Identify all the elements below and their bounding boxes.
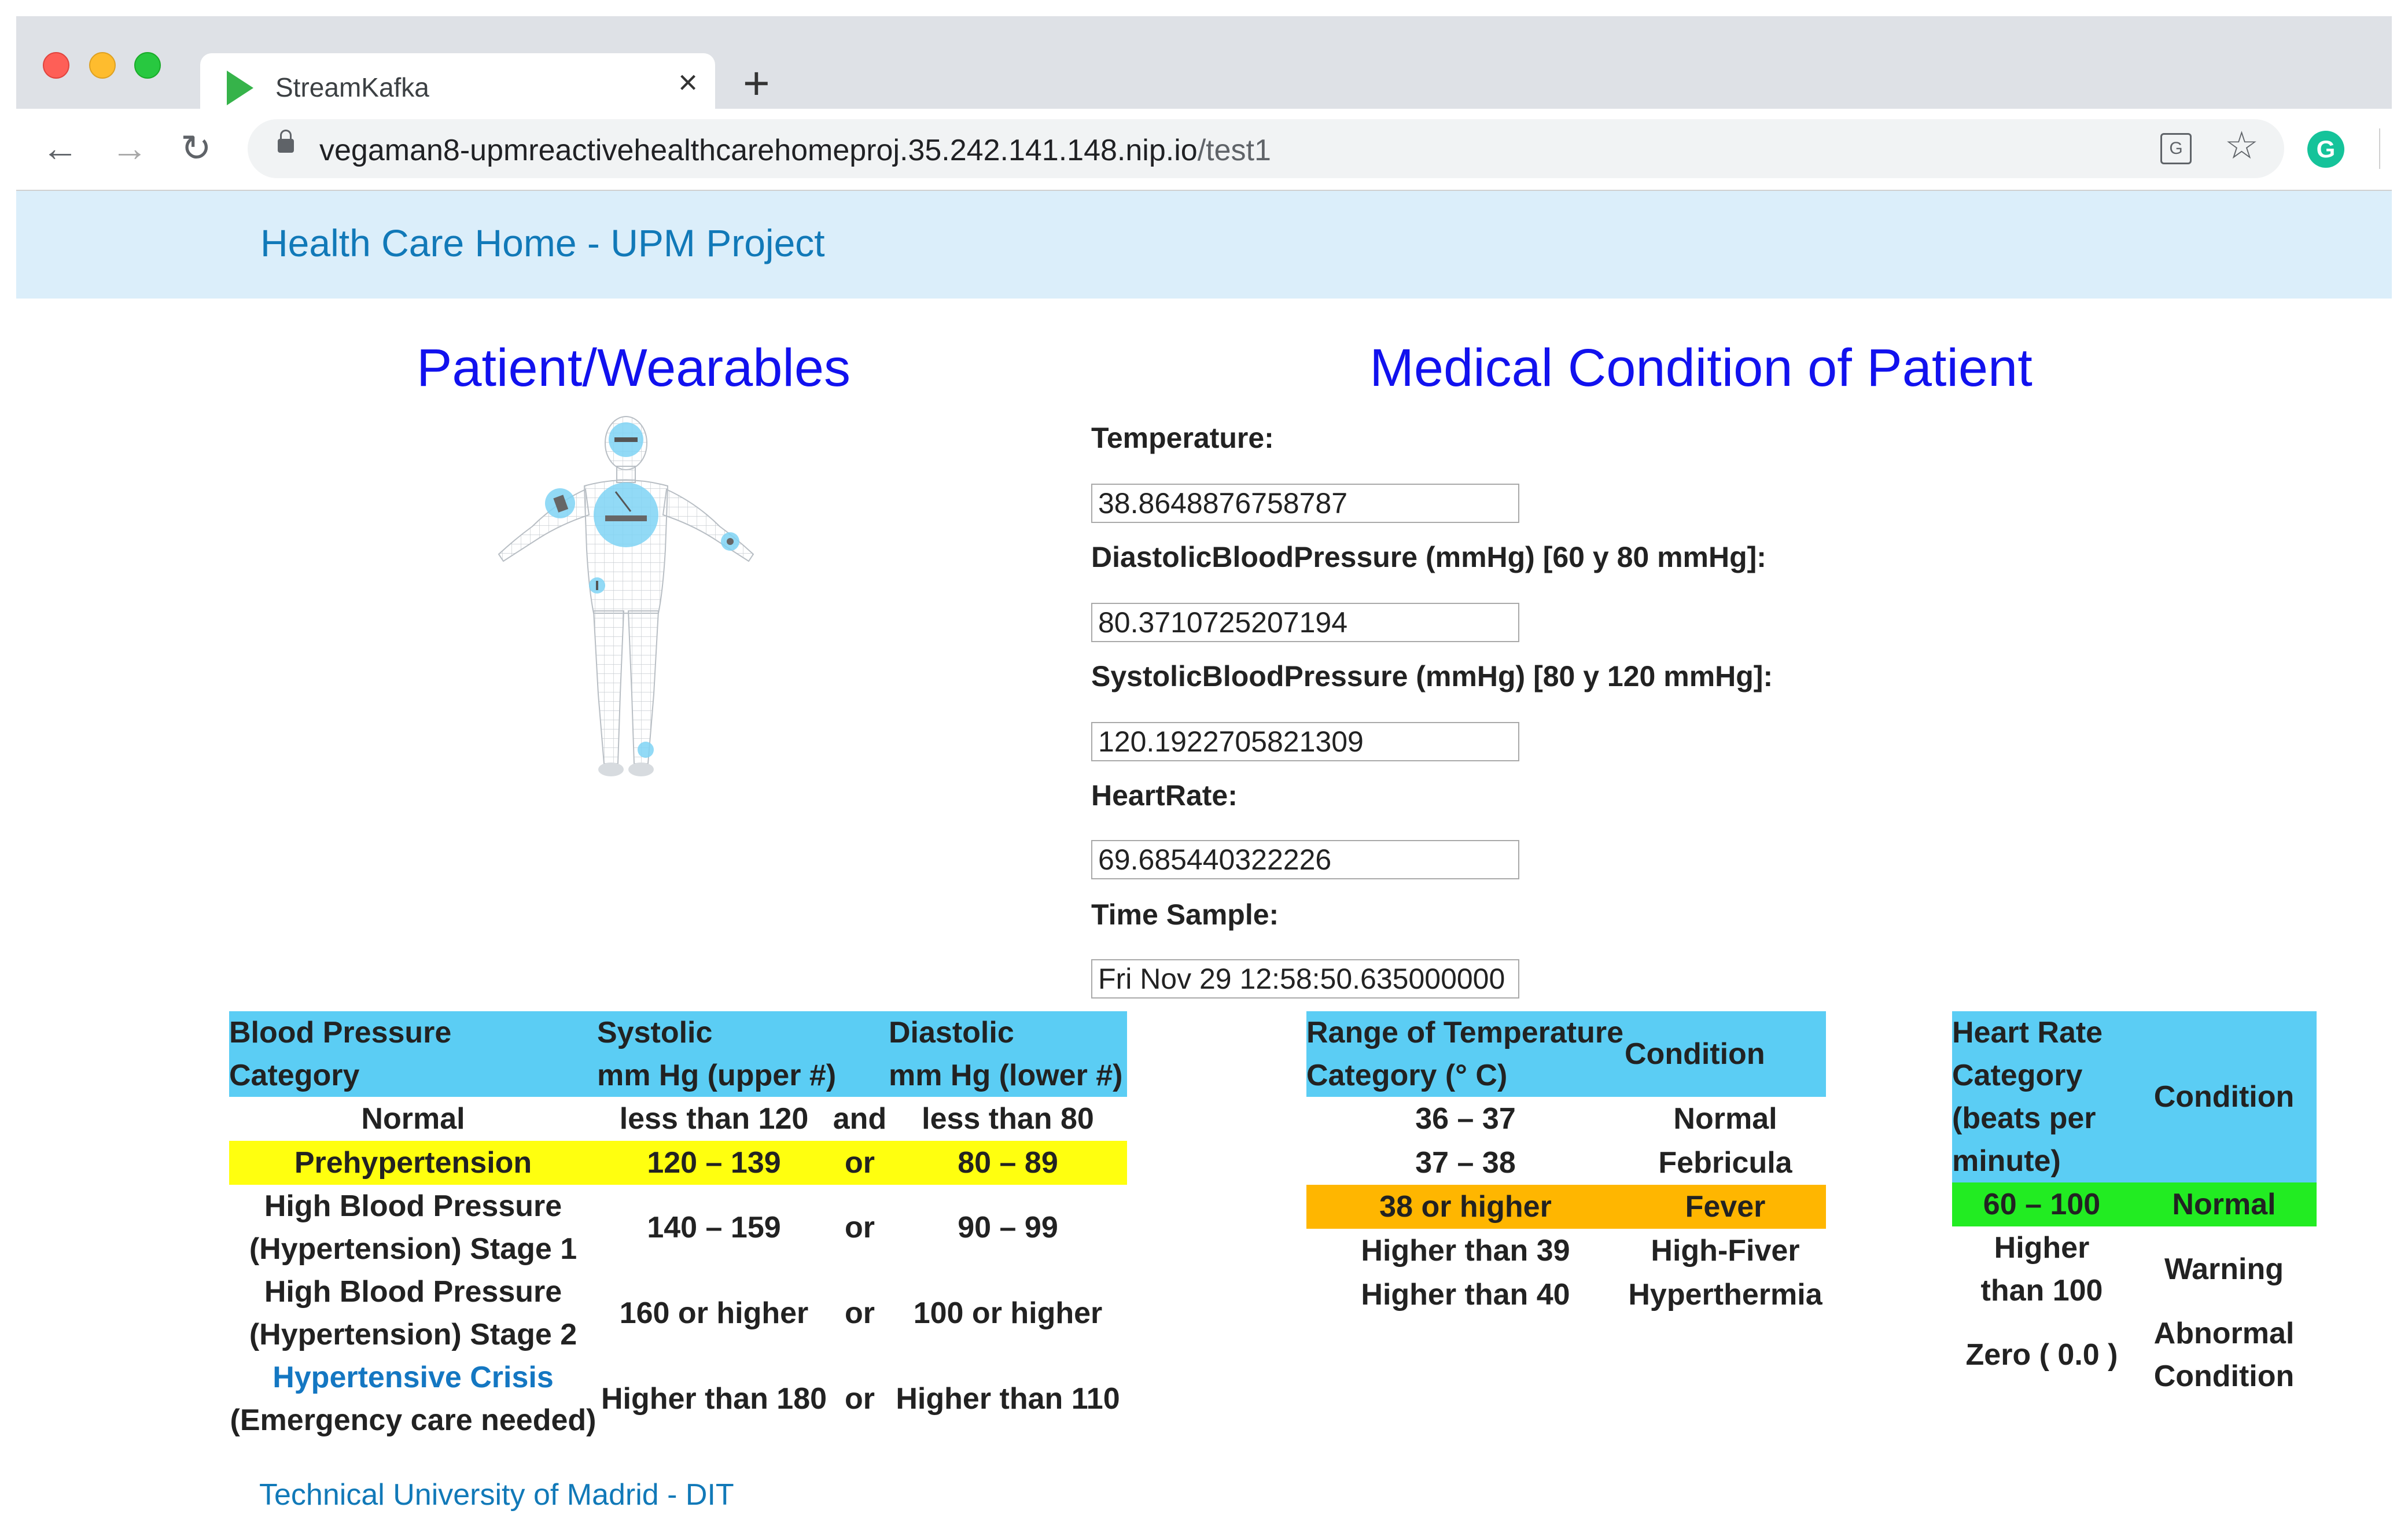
- hr-condition-cell: Normal: [2131, 1182, 2317, 1226]
- table-row: 60 – 100 Normal: [1952, 1182, 2317, 1226]
- temp-condition-cell: Fever: [1625, 1185, 1826, 1229]
- bp-diastolic-cell: less than 80: [922, 1102, 1094, 1136]
- temp-range-cell: 36 – 37: [1415, 1102, 1516, 1136]
- hr-condition-header: Condition: [2131, 1011, 2317, 1182]
- table-row: 37 – 38 Febricula: [1306, 1141, 1826, 1185]
- temp-range-cell: Higher than 39: [1361, 1234, 1570, 1268]
- bp-diastolic-cell: 100 or higher: [913, 1296, 1103, 1330]
- close-icon[interactable]: ×: [678, 66, 698, 100]
- temperature-field[interactable]: [1091, 484, 1519, 523]
- forward-arrow-icon[interactable]: →: [111, 130, 148, 167]
- bp-operator-cell: or: [831, 1141, 889, 1185]
- table-row: Higher than 40 Hyperthermia: [1306, 1273, 1826, 1317]
- temp-range-cell: Higher than 40: [1361, 1278, 1570, 1311]
- table-row: Normal less than 120 and less than 80: [229, 1097, 1127, 1141]
- bp-category-cell: Normal: [361, 1102, 465, 1136]
- heart-rate-table: Heart Rate Category (beats per minute) Cond…: [1952, 1011, 2317, 1398]
- browser-toolbar: ← → ↻ vegaman8-upmreactivehealthcarehome…: [16, 109, 2392, 191]
- bp-diastolic-cell: 90 – 99: [958, 1211, 1058, 1244]
- patient-wearables-heading: Patient/Wearables: [416, 338, 851, 397]
- window-zoom-button[interactable]: [134, 52, 161, 79]
- systolic-label: SystolicBloodPressure (mmHg) [80 y 120 m…: [1091, 660, 1773, 692]
- medical-condition-heading: Medical Condition of Patient: [1369, 338, 2033, 397]
- footer-university-link[interactable]: Technical University of Madrid - DIT: [259, 1478, 734, 1512]
- table-header-row: Heart Rate Category (beats per minute) Cond…: [1952, 1011, 2317, 1182]
- diastolic-label: DiastolicBloodPressure (mmHg) [60 y 80 m…: [1091, 541, 1766, 573]
- bp-systolic-header: Systolic mm Hg (upper #): [597, 1011, 889, 1097]
- table-header-row: Blood Pressure Category Systolic mm Hg (up…: [229, 1011, 1127, 1097]
- table-row: Prehypertension 120 – 139 or 80 – 89: [229, 1141, 1127, 1185]
- toolbar-divider: [2379, 128, 2380, 169]
- lock-icon[interactable]: [278, 130, 294, 153]
- body-wearables-image: [498, 416, 754, 776]
- bp-operator-cell: or: [845, 1211, 875, 1244]
- table-row: Hypertensive Crisis (Emergency care neede…: [229, 1356, 1127, 1442]
- bp-systolic-cell: 120 – 139: [597, 1141, 831, 1185]
- bp-systolic-cell: Higher than 180: [601, 1382, 827, 1416]
- bp-category-cell: Hypertensive Crisis (Emergency care neede…: [230, 1361, 597, 1437]
- table-row: Zero ( 0.0 ) Abnormal Condition: [1952, 1312, 2317, 1398]
- browser-tab-strip: StreamKafka × +: [16, 16, 2392, 125]
- systolic-field[interactable]: [1091, 722, 1519, 761]
- bp-operator-cell: or: [845, 1296, 875, 1330]
- temp-range-cell: 38 or higher: [1306, 1185, 1625, 1229]
- bp-category-cell: High Blood Pressure (Hypertension) Stage …: [249, 1189, 577, 1266]
- hr-condition-cell: Warning: [2164, 1252, 2284, 1286]
- url-path: /test1: [1197, 134, 1271, 167]
- tab-title: StreamKafka: [275, 72, 429, 102]
- bp-systolic-cell: less than 120: [619, 1102, 809, 1136]
- hr-category-cell: Higher than 100: [1980, 1231, 2103, 1307]
- temp-condition-cell: Normal: [1673, 1102, 1777, 1136]
- url-text[interactable]: vegaman8-upmreactivehealthcarehomeproj.3…: [319, 133, 1271, 168]
- temp-condition-cell: High-Fiver: [1651, 1234, 1800, 1268]
- bp-systolic-cell: 140 – 159: [647, 1211, 781, 1244]
- table-row: 36 – 37 Normal: [1306, 1097, 1826, 1141]
- time-sample-field[interactable]: [1091, 959, 1519, 999]
- temp-condition-cell: Hyperthermia: [1628, 1278, 1822, 1311]
- temp-condition-cell: Febricula: [1658, 1146, 1792, 1180]
- bp-category-cell: High Blood Pressure (Hypertension) Stage …: [249, 1275, 577, 1351]
- table-row: 38 or higher Fever: [1306, 1185, 1826, 1229]
- temperature-table: Range of Temperature Category (° C) Condi…: [1306, 1011, 1826, 1317]
- hr-category-header: Heart Rate Category (beats per minute): [1952, 1011, 2131, 1182]
- window-close-button[interactable]: [43, 52, 69, 79]
- heart-rate-label: HeartRate:: [1091, 779, 1238, 812]
- temp-range-header: Range of Temperature Category (° C): [1306, 1011, 1625, 1097]
- window-minimize-button[interactable]: [89, 52, 116, 79]
- table-row: High Blood Pressure (Hypertension) Stage …: [229, 1270, 1127, 1356]
- temp-condition-header: Condition: [1625, 1011, 1826, 1097]
- address-bar[interactable]: vegaman8-upmreactivehealthcarehomeproj.3…: [248, 119, 2284, 178]
- diastolic-field[interactable]: [1091, 603, 1519, 642]
- reload-icon[interactable]: ↻: [181, 130, 212, 167]
- time-sample-label: Time Sample:: [1091, 898, 1279, 931]
- grammarly-icon[interactable]: G: [2307, 131, 2344, 168]
- app-navbar: Health Care Home - UPM Project: [16, 191, 2392, 299]
- blood-pressure-table: Blood Pressure Category Systolic mm Hg (up…: [229, 1011, 1127, 1442]
- temp-range-cell: 37 – 38: [1415, 1146, 1516, 1180]
- translate-icon[interactable]: G: [2160, 133, 2192, 164]
- brand-link[interactable]: Health Care Home - UPM Project: [260, 221, 825, 265]
- heart-rate-field[interactable]: [1091, 840, 1519, 879]
- star-icon[interactable]: ☆: [2225, 126, 2259, 164]
- play-icon: [227, 71, 253, 105]
- back-arrow-icon[interactable]: ←: [42, 130, 79, 167]
- hr-category-cell: Zero ( 0.0 ): [1965, 1338, 2118, 1372]
- plus-icon[interactable]: +: [743, 60, 770, 106]
- bp-diastolic-cell: 80 – 89: [889, 1141, 1127, 1185]
- bp-category-header: Blood Pressure Category: [229, 1011, 597, 1097]
- bp-category-cell: Prehypertension: [229, 1141, 597, 1185]
- hr-category-cell: 60 – 100: [1952, 1182, 2131, 1226]
- bp-diastolic-header: Diastolic mm Hg (lower #): [889, 1011, 1127, 1097]
- bp-diastolic-cell: Higher than 110: [896, 1382, 1120, 1416]
- url-host: vegaman8-upmreactivehealthcarehomeproj.3…: [319, 134, 1198, 167]
- bp-operator-cell: and: [833, 1102, 887, 1136]
- temperature-label: Temperature:: [1091, 422, 1274, 454]
- bp-operator-cell: or: [845, 1382, 875, 1416]
- table-row: Higher than 100 Warning: [1952, 1226, 2317, 1312]
- table-header-row: Range of Temperature Category (° C) Condi…: [1306, 1011, 1826, 1097]
- table-row: High Blood Pressure (Hypertension) Stage …: [229, 1185, 1127, 1270]
- bp-systolic-cell: 160 or higher: [619, 1296, 809, 1330]
- hr-condition-cell: Abnormal Condition: [2153, 1317, 2295, 1393]
- table-row: Higher than 39 High-Fiver: [1306, 1229, 1826, 1273]
